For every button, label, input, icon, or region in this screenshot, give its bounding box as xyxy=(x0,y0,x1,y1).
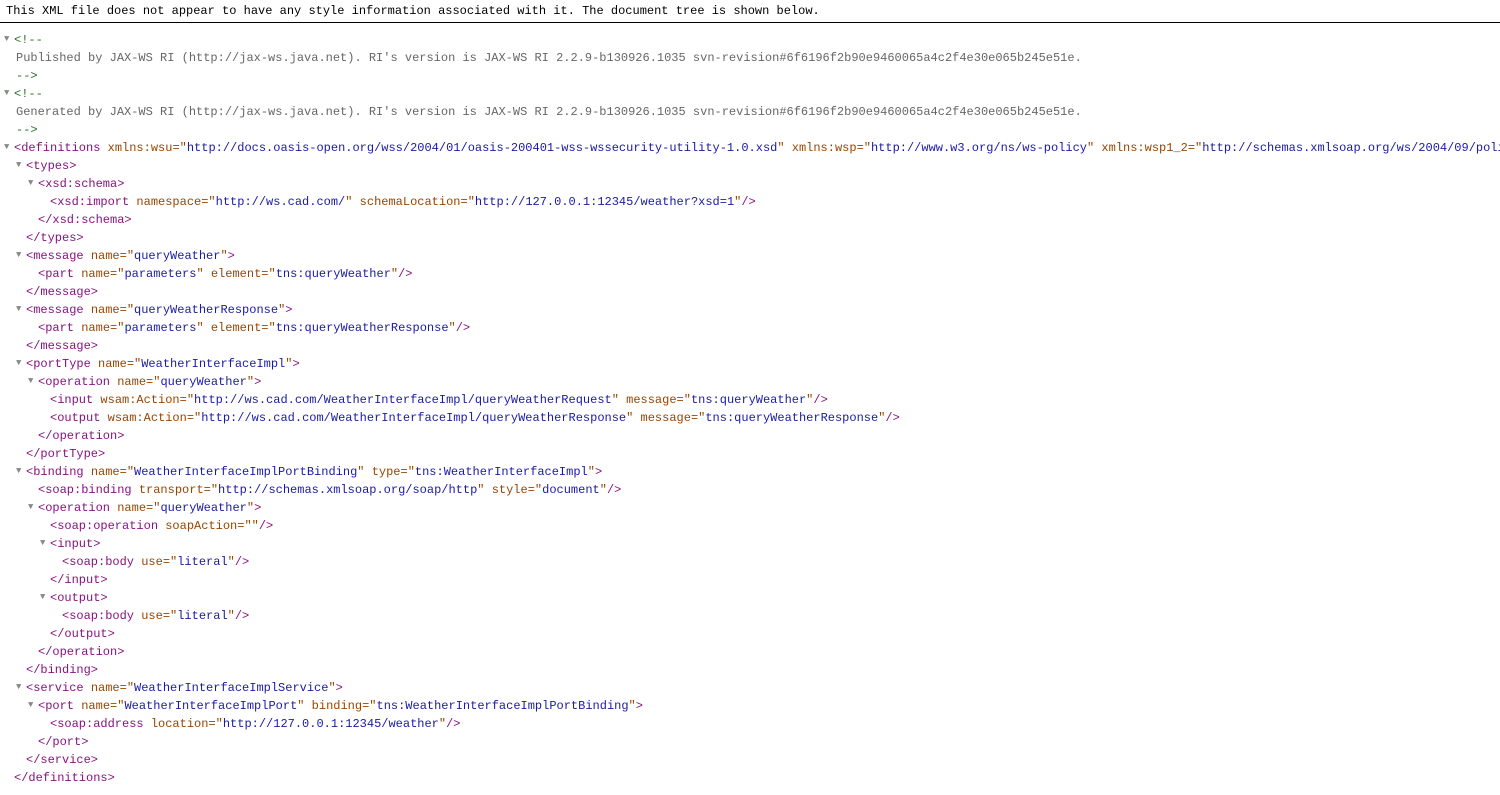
comment-open: <!-- xyxy=(14,33,43,47)
soap-binding: <soap:binding transport="http://schemas.… xyxy=(4,481,1496,499)
service: ▼<service name="WeatherInterfaceImplServ… xyxy=(4,679,1496,697)
message-queryweather: ▼<message name="queryWeather"> xyxy=(4,247,1496,265)
comment-open: <!-- xyxy=(14,87,43,101)
output-close: </output> xyxy=(50,627,115,641)
port: ▼<port name="WeatherInterfaceImplPort" b… xyxy=(4,697,1496,715)
soap-body: <soap:body use="literal"/> xyxy=(4,607,1496,625)
xsd-import: <xsd:import namespace="http://ws.cad.com… xyxy=(4,193,1496,211)
toggle-icon[interactable]: ▼ xyxy=(16,357,26,371)
porttype: ▼<portType name="WeatherInterfaceImpl"> xyxy=(4,355,1496,373)
toggle-icon[interactable]: ▼ xyxy=(28,177,38,191)
xml-style-warning: This XML file does not appear to have an… xyxy=(0,0,1500,23)
input: <input wsam:Action="http://ws.cad.com/We… xyxy=(4,391,1496,409)
toggle-icon[interactable]: ▼ xyxy=(16,303,26,317)
part: <part name="parameters" element="tns:que… xyxy=(4,319,1496,337)
binding: ▼<binding name="WeatherInterfaceImplPort… xyxy=(4,463,1496,481)
xsd-schema-close: </xsd:schema> xyxy=(38,213,132,227)
types-close: </types> xyxy=(26,231,84,245)
message-queryweatherresponse: ▼<message name="queryWeatherResponse"> xyxy=(4,301,1496,319)
toggle-icon[interactable]: ▼ xyxy=(40,591,50,605)
part: <part name="parameters" element="tns:que… xyxy=(4,265,1496,283)
types-open: <types> xyxy=(26,159,76,173)
input-open: <input> xyxy=(50,537,100,551)
toggle-icon[interactable]: ▼ xyxy=(16,249,26,263)
binding-operation: ▼<operation name="queryWeather"> xyxy=(4,499,1496,517)
input-close: </input> xyxy=(50,573,108,587)
xsd-schema-open: <xsd:schema> xyxy=(38,177,124,191)
xml-tree: ▼<!-- Published by JAX-WS RI (http://jax… xyxy=(0,23,1500,795)
operation: ▼<operation name="queryWeather"> xyxy=(4,373,1496,391)
toggle-icon[interactable]: ▼ xyxy=(40,537,50,551)
toggle-icon[interactable]: ▼ xyxy=(4,87,14,101)
output-open: <output> xyxy=(50,591,108,605)
output: <output wsam:Action="http://ws.cad.com/W… xyxy=(4,409,1496,427)
toggle-icon[interactable]: ▼ xyxy=(16,465,26,479)
toggle-icon[interactable]: ▼ xyxy=(4,33,14,47)
definitions-close: </definitions> xyxy=(14,771,115,785)
soap-address: <soap:address location="http://127.0.0.1… xyxy=(4,715,1496,733)
toggle-icon[interactable]: ▼ xyxy=(16,681,26,695)
comment-close: --> xyxy=(16,123,38,137)
definitions-open: ▼<definitions xmlns:wsu="http://docs.oas… xyxy=(4,139,1496,157)
comment-close: --> xyxy=(16,69,38,83)
toggle-icon[interactable]: ▼ xyxy=(16,159,26,173)
toggle-icon[interactable]: ▼ xyxy=(28,375,38,389)
soap-operation: <soap:operation soapAction=""/> xyxy=(4,517,1496,535)
toggle-icon[interactable]: ▼ xyxy=(28,501,38,515)
toggle-icon[interactable]: ▼ xyxy=(4,141,14,155)
toggle-icon[interactable]: ▼ xyxy=(28,699,38,713)
soap-body: <soap:body use="literal"/> xyxy=(4,553,1496,571)
comment-text: Generated by JAX-WS RI (http://jax-ws.ja… xyxy=(16,105,1082,119)
comment-text: Published by JAX-WS RI (http://jax-ws.ja… xyxy=(16,51,1082,65)
